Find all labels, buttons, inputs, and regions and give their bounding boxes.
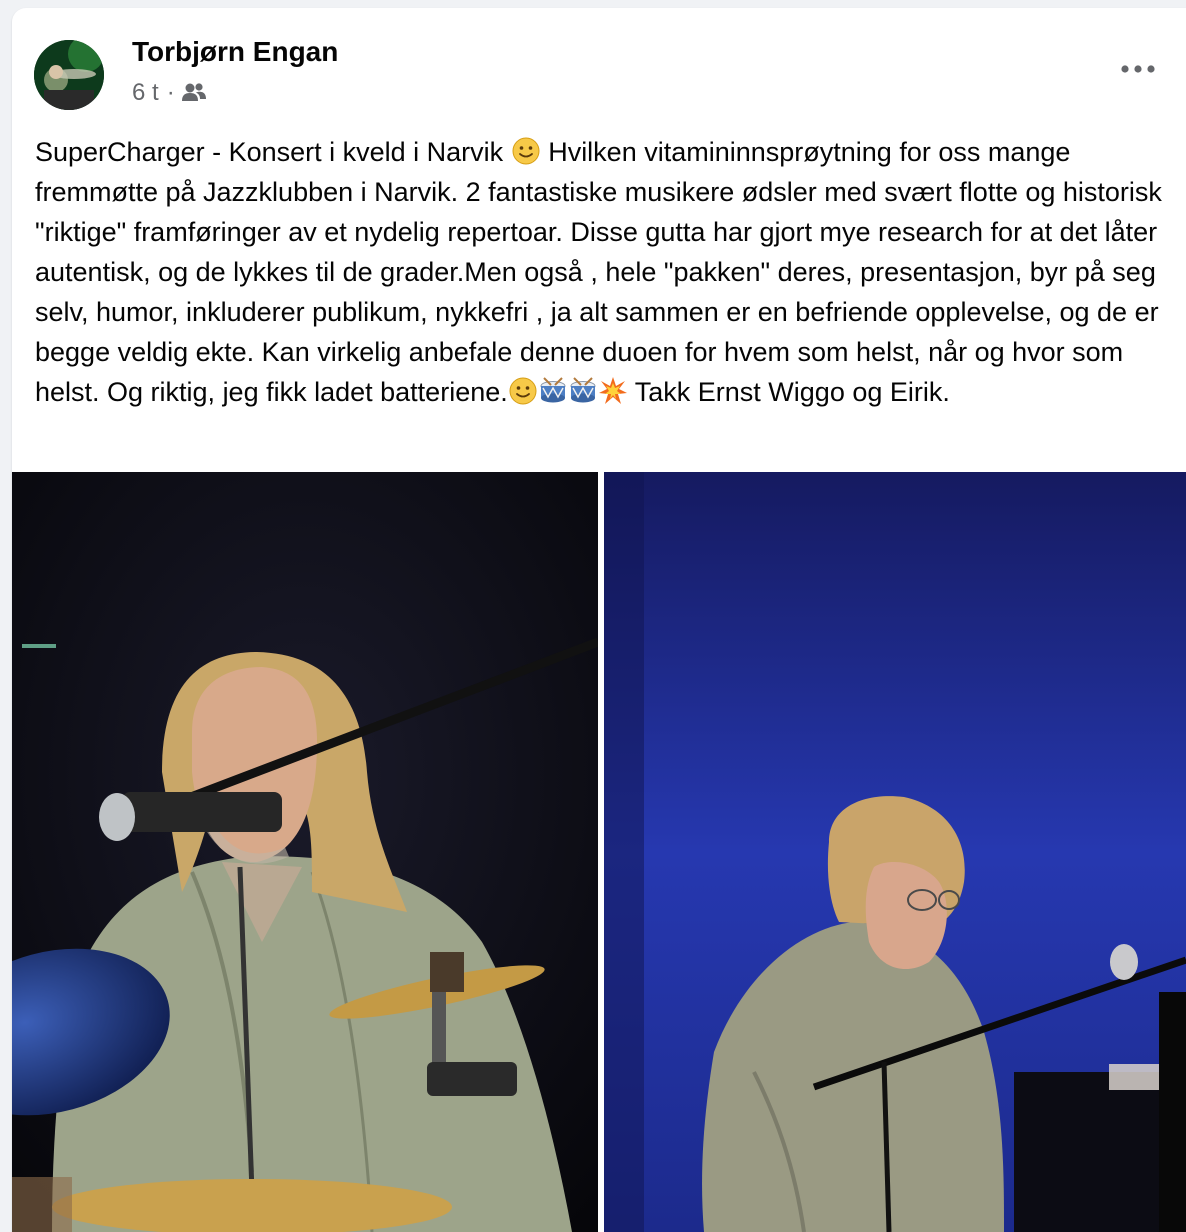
post-meta: 6 t · xyxy=(132,78,207,108)
photo-grid xyxy=(12,472,1186,1232)
photo-drummer[interactable] xyxy=(12,472,598,1232)
slightly-smiling-face-icon xyxy=(509,377,537,405)
author-name[interactable]: Torbjørn Engan xyxy=(132,36,338,68)
more-options-button[interactable] xyxy=(1116,52,1160,86)
drummer-photo xyxy=(12,472,598,1232)
photo-pianist[interactable] xyxy=(604,472,1186,1232)
drum-icon xyxy=(540,377,566,403)
more-horizontal-icon xyxy=(1121,65,1155,73)
post-text-part-3: Takk Ernst Wiggo og Eirik. xyxy=(627,377,950,407)
author-avatar[interactable] xyxy=(34,40,104,110)
post-timestamp[interactable]: 6 t xyxy=(132,79,159,107)
post-text-part-1: SuperCharger - Konsert i kveld i Narvik xyxy=(35,137,511,167)
post-card: Torbjørn Engan 6 t · SuperCharger - Kons… xyxy=(12,8,1186,1232)
post-header: Torbjørn Engan 6 t · xyxy=(12,8,1186,128)
drum-icon xyxy=(570,377,596,403)
pianist-photo xyxy=(604,472,1186,1232)
slightly-smiling-face-icon xyxy=(512,137,540,165)
meta-separator: · xyxy=(166,79,175,106)
avatar-image xyxy=(34,40,104,110)
friends-icon[interactable] xyxy=(181,82,207,104)
post-text-part-2: Hvilken vitamininnsprøytning for oss man… xyxy=(35,137,1170,407)
post-text: SuperCharger - Konsert i kveld i Narvik … xyxy=(35,132,1165,412)
collision-icon xyxy=(598,377,627,404)
